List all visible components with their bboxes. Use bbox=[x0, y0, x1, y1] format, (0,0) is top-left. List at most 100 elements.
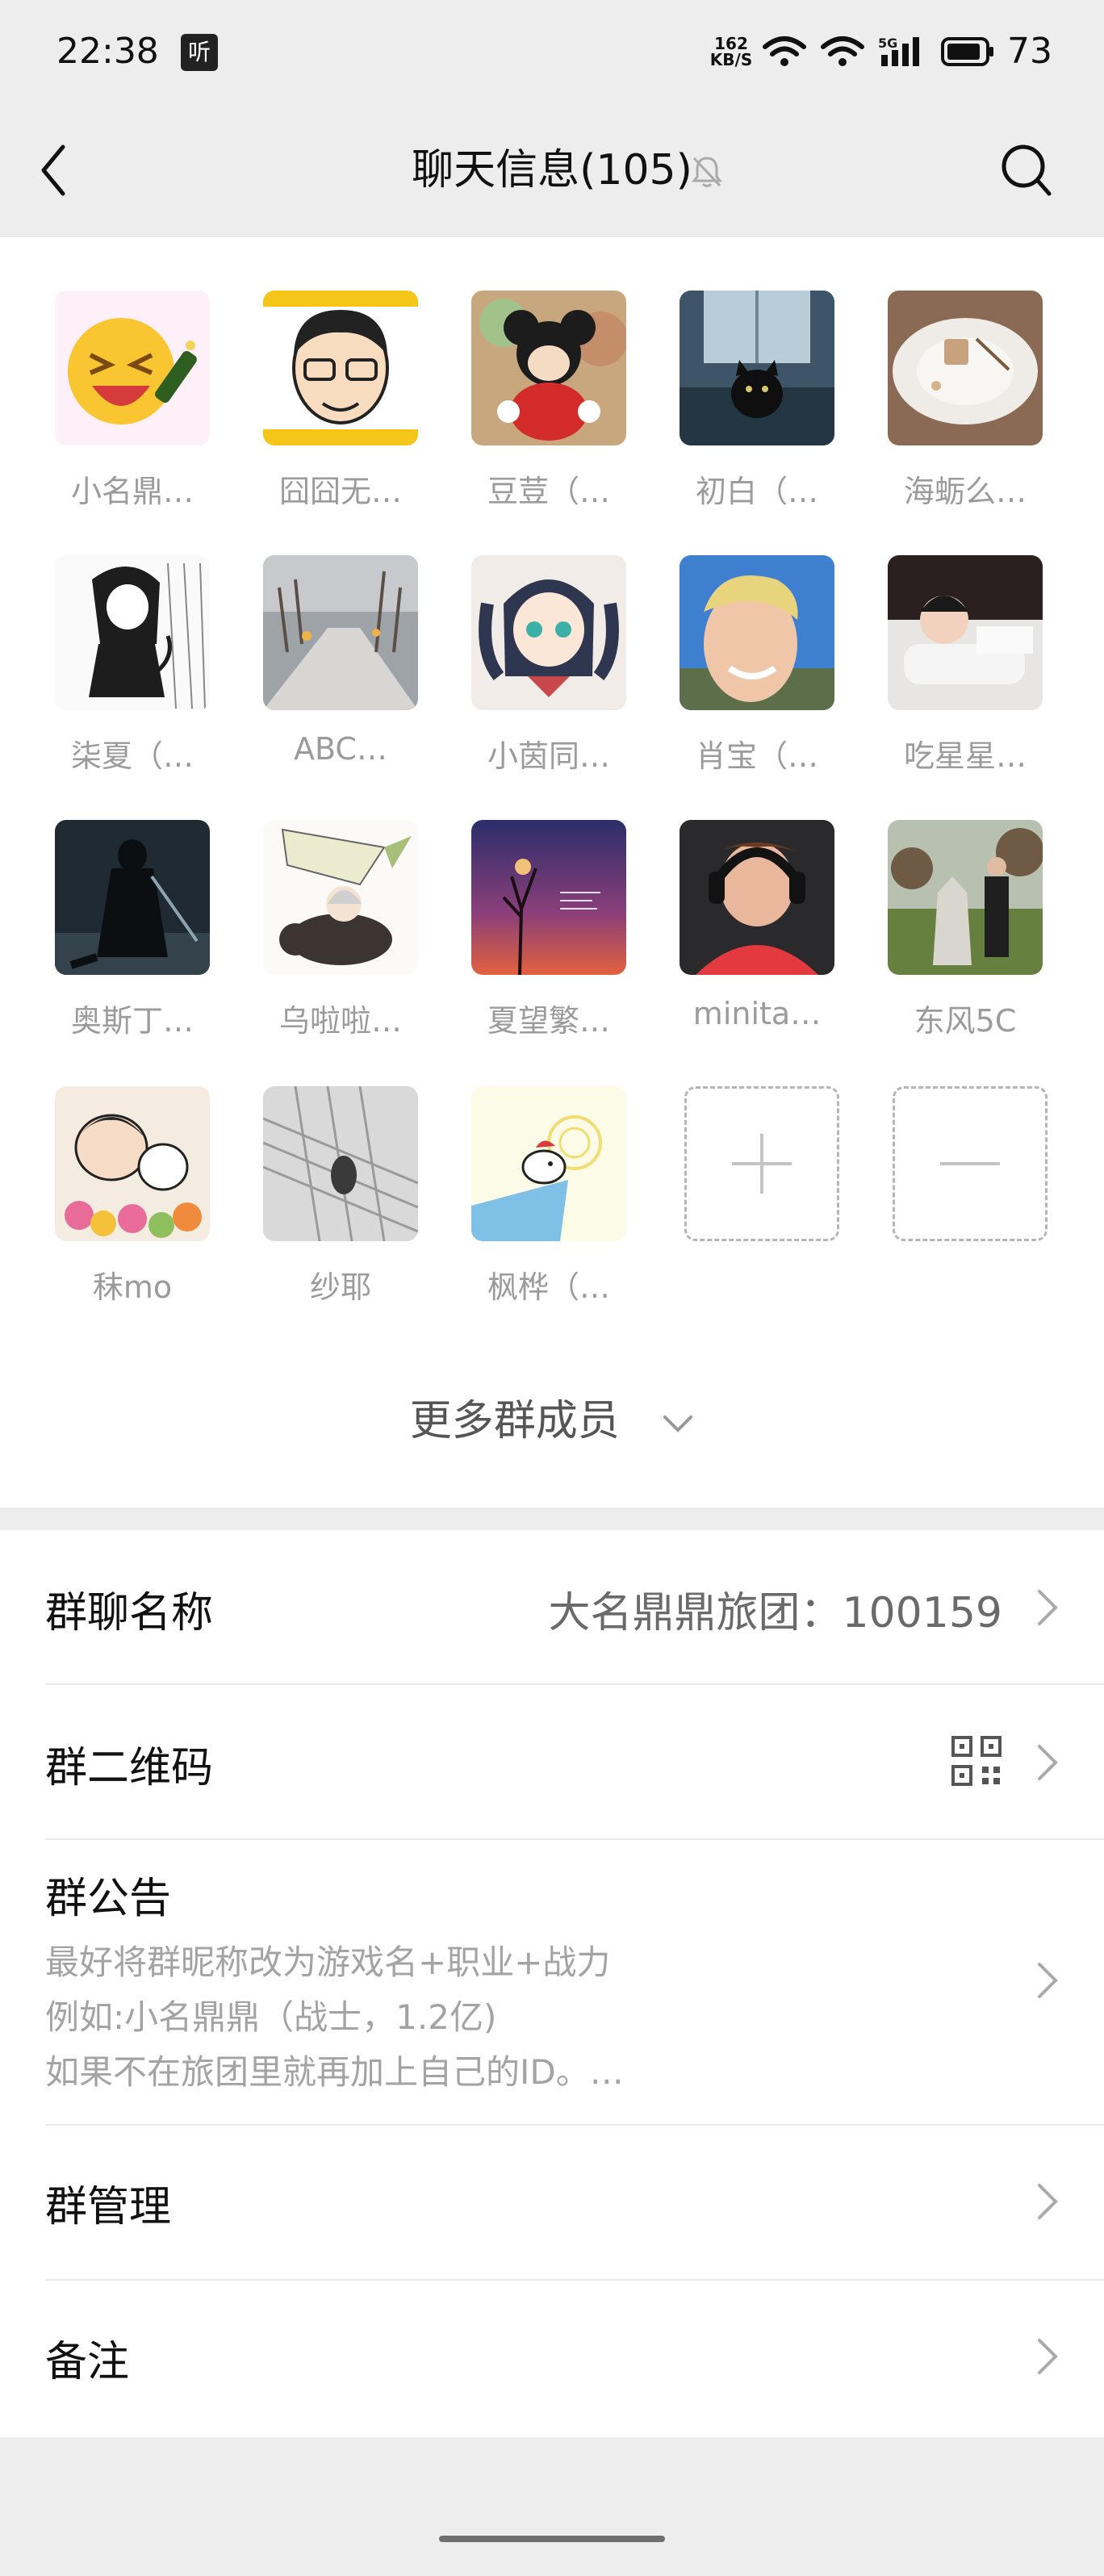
add-member-button[interactable] bbox=[684, 1086, 839, 1241]
member-item[interactable]: 乌啦啦… bbox=[239, 820, 418, 1062]
announcement-line: 如果不在旅团里就再加上自己的ID。… bbox=[45, 2052, 624, 2092]
avatar[interactable] bbox=[888, 555, 1043, 710]
member-item[interactable]: 囧囧无… bbox=[239, 291, 418, 533]
plus-icon bbox=[732, 1134, 792, 1194]
member-name: ABC… bbox=[294, 731, 387, 767]
avatar-cartoon-glasses-man bbox=[263, 291, 418, 445]
member-name: 奥斯丁… bbox=[70, 1003, 194, 1039]
avatar-black-cat bbox=[680, 291, 834, 445]
member-item[interactable]: 夏望繁… bbox=[447, 820, 626, 1062]
status-bar: 22:38 听 162 KB/S 5G 73 bbox=[0, 0, 1104, 105]
announcement-line: 例如:小名鼎鼎（战士，1.2亿) bbox=[45, 1997, 497, 2037]
member-item[interactable]: 豆荳（… bbox=[447, 291, 626, 533]
more-members-button[interactable]: 更多群成员 bbox=[0, 1393, 1104, 1449]
avatar-anime-twin-tails bbox=[471, 555, 626, 710]
chevron-down-icon bbox=[663, 1416, 693, 1432]
avatar-cartoon-dog bbox=[471, 1086, 626, 1241]
member-item[interactable]: 小名鼎… bbox=[31, 291, 210, 533]
avatar[interactable] bbox=[471, 291, 626, 445]
avatar[interactable] bbox=[263, 820, 418, 975]
member-name: 小名鼎… bbox=[70, 474, 194, 509]
member-name: 乌啦啦… bbox=[278, 1003, 402, 1039]
member-item[interactable]: 纱耶 bbox=[239, 1086, 418, 1328]
member-name: minita… bbox=[692, 996, 822, 1031]
avatar-mickey-toy bbox=[471, 291, 626, 445]
member-item[interactable]: 吃星星… bbox=[864, 555, 1043, 797]
member-item[interactable]: ABC… bbox=[239, 555, 418, 797]
mute-bell-icon bbox=[691, 157, 723, 187]
network-speed: 162 KB/S bbox=[709, 36, 754, 68]
avatar[interactable] bbox=[888, 291, 1043, 445]
member-name: 东风5C bbox=[914, 1003, 1017, 1039]
avatar[interactable] bbox=[55, 820, 210, 975]
member-name: 小茵同… bbox=[487, 738, 610, 774]
cellular-signal-icon: 5G bbox=[878, 36, 923, 68]
status-time: 22:38 bbox=[56, 31, 159, 72]
member-item[interactable]: 初白（… bbox=[655, 291, 834, 533]
app-notification-icon: 听 bbox=[181, 34, 218, 71]
member-item[interactable]: 柒夏（… bbox=[31, 555, 210, 797]
avatar[interactable] bbox=[263, 1086, 418, 1241]
chevron-right-icon bbox=[1038, 2339, 1058, 2374]
group-manage-row[interactable]: 群管理 bbox=[0, 2126, 1104, 2279]
avatar-dessert-plate bbox=[888, 291, 1043, 445]
more-members-label: 更多群成员 bbox=[409, 1397, 620, 1445]
group-name-label: 群聊名称 bbox=[45, 1589, 214, 1637]
avatar[interactable] bbox=[680, 555, 834, 710]
avatar-cartoon-kids-flowers bbox=[55, 1086, 210, 1241]
group-name-row[interactable]: 群聊名称 大名鼎鼎旅团：100159 bbox=[0, 1530, 1104, 1683]
remark-row[interactable]: 备注 bbox=[0, 2281, 1104, 2434]
member-name: 夏望繁… bbox=[487, 1003, 610, 1039]
nav-bar: 聊天信息(105) bbox=[0, 105, 1104, 237]
page-title-text: 聊天信息(105) bbox=[412, 146, 692, 194]
avatar-sunset-tree bbox=[471, 820, 626, 975]
avatar[interactable] bbox=[55, 291, 210, 445]
remove-member-button[interactable] bbox=[893, 1086, 1048, 1241]
group-qr-row[interactable]: 群二维码 bbox=[0, 1685, 1104, 1838]
member-item[interactable]: 东风5C bbox=[864, 820, 1043, 1062]
member-item[interactable]: 海蛎么… bbox=[864, 291, 1043, 533]
member-item[interactable]: 秣mo bbox=[31, 1086, 210, 1328]
avatar[interactable] bbox=[263, 555, 418, 710]
page-title: 聊天信息(105) bbox=[0, 142, 1104, 199]
avatar[interactable] bbox=[55, 1086, 210, 1241]
chevron-right-icon bbox=[1038, 1590, 1058, 1625]
member-item[interactable]: 小茵同… bbox=[447, 555, 626, 797]
avatar-bw-architecture bbox=[263, 1086, 418, 1241]
member-name: 囧囧无… bbox=[278, 474, 402, 509]
avatar[interactable] bbox=[680, 291, 834, 445]
avatar[interactable] bbox=[471, 820, 626, 975]
chevron-right-icon bbox=[1038, 1963, 1058, 1998]
qr-code-icon bbox=[951, 1736, 1002, 1786]
search-icon[interactable] bbox=[997, 140, 1054, 202]
avatar[interactable] bbox=[263, 291, 418, 445]
battery-icon bbox=[941, 37, 993, 66]
avatar-statue-park bbox=[888, 820, 1043, 975]
member-item[interactable]: 肖宝（… bbox=[655, 555, 834, 797]
group-announcement-row[interactable]: 群公告 最好将群昵称改为游戏名+职业+战力 例如:小名鼎鼎（战士，1.2亿) 如… bbox=[0, 1840, 1104, 2122]
battery-level: 73 bbox=[1007, 31, 1052, 72]
avatar[interactable] bbox=[471, 555, 626, 710]
member-item[interactable]: 枫桦（… bbox=[447, 1086, 626, 1328]
member-name: 柒夏（… bbox=[70, 738, 194, 774]
avatar[interactable] bbox=[471, 1086, 626, 1241]
member-name: 纱耶 bbox=[309, 1269, 371, 1305]
avatar[interactable] bbox=[680, 820, 834, 975]
chevron-right-icon bbox=[1038, 1745, 1058, 1780]
avatar[interactable] bbox=[888, 820, 1043, 975]
avatar[interactable] bbox=[55, 555, 210, 710]
avatar-boy-lying bbox=[888, 555, 1043, 710]
member-item[interactable]: minita… bbox=[655, 820, 834, 1062]
network-speed-value: 162 bbox=[714, 34, 748, 53]
avatar-anime-girl-sketch bbox=[55, 555, 210, 710]
group-qr-label: 群二维码 bbox=[45, 1744, 214, 1792]
avatar-smiling-man bbox=[680, 555, 834, 710]
home-indicator[interactable] bbox=[439, 2536, 665, 2542]
member-name: 初白（… bbox=[695, 474, 818, 509]
settings-list: 群聊名称 大名鼎鼎旅团：100159 群二维码 群公告 最好将群昵称改为游戏名+… bbox=[0, 1530, 1104, 2437]
avatar-snowy-street bbox=[263, 555, 418, 710]
avatar-headphones-boy bbox=[680, 820, 834, 975]
member-name: 枫桦（… bbox=[487, 1269, 610, 1305]
member-name: 肖宝（… bbox=[695, 738, 818, 774]
member-item[interactable]: 奥斯丁… bbox=[31, 820, 210, 1062]
